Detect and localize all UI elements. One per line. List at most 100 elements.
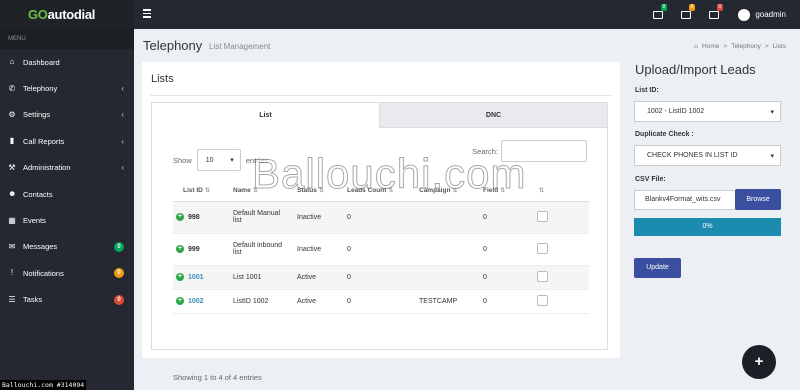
sidebar-item-settings[interactable]: ⚙ Settings ‹: [0, 102, 134, 128]
table-row[interactable]: +1002 ListID 1002 Active 0 TESTCAMP 0: [173, 289, 589, 314]
sidebar-icon: ▦: [8, 215, 16, 225]
column-header[interactable]: Name ⇅: [223, 180, 287, 202]
sidebar-icon: ⚒: [8, 162, 16, 172]
list-name-cell: List 1001: [233, 273, 262, 281]
folder-icon-glyph: [681, 10, 692, 19]
list-id-cell[interactable]: 1001: [188, 274, 204, 281]
sidebar-icon: ⌂: [9, 57, 15, 67]
field-cell: 0: [483, 273, 487, 281]
status-cell: Active: [297, 297, 317, 305]
leads-count-cell: 0: [347, 273, 351, 281]
column-header[interactable]: Status ⇅: [287, 180, 337, 202]
search-input[interactable]: [501, 140, 587, 162]
notification-badge: 8: [660, 4, 668, 11]
chevron-left-icon: ‹: [121, 163, 124, 173]
breadcrumb-sep: >: [723, 43, 728, 50]
entries-label: entries: [245, 155, 269, 165]
column-header[interactable]: Leads Count ⇅: [337, 180, 409, 202]
column-header[interactable]: List ID ⇅: [173, 180, 223, 202]
lists-box-title: Lists: [151, 73, 174, 85]
table-row[interactable]: +1001 List 1001 Active 0 0: [173, 265, 589, 290]
sidebar-icon: ▮: [9, 136, 15, 146]
folder-icon[interactable]: 6: [672, 0, 700, 29]
table-row[interactable]: +999 Default inbound list Inactive 0 0: [173, 233, 589, 266]
sidebar-item-events[interactable]: ▦ Events: [0, 207, 134, 233]
search-control: Search:: [472, 140, 587, 162]
sort-icon: ⇅: [388, 187, 394, 194]
table-row[interactable]: +998 Default Manual list Inactive 0 0: [173, 201, 589, 234]
column-header[interactable]: Field ⇅: [473, 180, 527, 202]
field-cell: 0: [483, 297, 487, 305]
entries-select[interactable]: 10 ▾: [196, 149, 241, 171]
lists-box: Lists List DNC Show 10 ▾ entries Search:…: [142, 62, 620, 382]
divider: [150, 95, 612, 96]
count-badge: 0: [114, 268, 124, 279]
progress-text: 0%: [702, 223, 713, 230]
tasks-icon[interactable]: 0: [700, 0, 728, 29]
row-checkbox[interactable]: [537, 242, 548, 254]
row-checkbox[interactable]: [537, 294, 548, 306]
expand-row-icon[interactable]: +: [176, 297, 184, 305]
expand-row-icon[interactable]: +: [176, 273, 184, 281]
tab-dnc[interactable]: DNC: [379, 103, 607, 128]
expand-row-icon[interactable]: +: [176, 213, 184, 221]
list-name-cell: Default Manual list: [233, 210, 281, 224]
notification-badge: 6: [688, 4, 696, 11]
duplicate-check-select[interactable]: CHECK PHONES IN LIST ID ▾: [634, 145, 781, 166]
sidebar-icon: ⚙: [8, 109, 16, 119]
column-header[interactable]: Campaign ⇅: [409, 180, 473, 202]
sidebar-item-administration[interactable]: ⚒ Administration ‹: [0, 155, 134, 181]
entries-value: 10: [205, 156, 214, 164]
add-floating-button[interactable]: +: [742, 345, 776, 379]
upload-title: Upload/Import Leads: [635, 62, 756, 77]
breadcrumb-telephony[interactable]: Telephony: [731, 43, 761, 50]
envelope-icon[interactable]: 8: [644, 0, 672, 29]
lists-panel: List DNC Show 10 ▾ entries Search: List …: [151, 102, 608, 382]
sidebar-item-label: Messages: [23, 242, 58, 252]
leads-count-cell: 0: [347, 297, 351, 305]
logo[interactable]: GOautodial: [0, 0, 134, 29]
sidebar-item-label: Tasks: [23, 295, 43, 305]
user-menu[interactable]: goadmin: [728, 0, 800, 29]
tab-list[interactable]: List: [152, 103, 379, 128]
expand-row-icon[interactable]: +: [176, 245, 184, 253]
list-id-cell[interactable]: 1002: [188, 298, 204, 305]
sidebar-icon: !: [10, 268, 14, 278]
duplicate-check-value: CHECK PHONES IN LIST ID: [647, 152, 738, 159]
row-checkbox[interactable]: [537, 210, 548, 222]
sidebar-item-contacts[interactable]: ☻ Contacts: [0, 181, 134, 207]
chevron-left-icon: ‹: [121, 84, 124, 94]
sidebar-item-label: Call Reports: [23, 136, 65, 146]
lists-table: List ID ⇅ Name ⇅ Status ⇅ Leads Count ⇅ Camp…: [173, 180, 589, 314]
update-button[interactable]: Update: [634, 258, 681, 278]
list-id-label: List ID:: [635, 87, 659, 94]
sidebar-item-dashboard[interactable]: ⌂ Dashboard: [0, 49, 134, 75]
csv-file-input[interactable]: Blankv4Format_wits.csv: [634, 190, 736, 210]
sidebar: MENU ⌂ Dashboard ✆ Telephony ‹ ⚙ Settings ‹ ▮ Cal…: [0, 29, 134, 390]
leads-count-cell: 0: [347, 245, 351, 253]
sidebar-icon: ✆: [8, 83, 16, 93]
sidebar-item-tasks[interactable]: ☰ Tasks 0: [0, 287, 134, 313]
leads-count-cell: 0: [347, 213, 351, 221]
menu-toggle-icon[interactable]: [143, 9, 151, 18]
user-name: goadmin: [755, 10, 786, 19]
sidebar-item-label: Contacts: [23, 189, 53, 199]
breadcrumb: ⌂ Home > Telephony > Lists: [694, 43, 786, 50]
sort-icon: ⇅: [452, 187, 458, 194]
list-id-select[interactable]: 1002 - ListID 1002 ▾: [634, 101, 781, 122]
sidebar-item-call-reports[interactable]: ▮ Call Reports ‹: [0, 128, 134, 154]
home-icon[interactable]: ⌂: [694, 43, 698, 50]
row-checkbox[interactable]: [537, 270, 548, 282]
sidebar-item-notifications[interactable]: ! Notifications 0: [0, 260, 134, 286]
tasks-icon-glyph: [709, 10, 720, 19]
sidebar-icon: ✉: [8, 241, 16, 251]
sidebar-item-messages[interactable]: ✉ Messages 0: [0, 234, 134, 260]
sidebar-item-label: Settings: [23, 110, 51, 120]
browse-button[interactable]: Browse: [735, 189, 781, 210]
show-label: Show: [173, 155, 192, 165]
breadcrumb-home[interactable]: Home: [702, 43, 719, 50]
count-badge: 0: [114, 294, 124, 305]
sidebar-item-telephony[interactable]: ✆ Telephony ‹: [0, 75, 134, 101]
page-subtitle: List Management: [209, 42, 271, 51]
sort-icon: ⇅: [500, 187, 506, 194]
